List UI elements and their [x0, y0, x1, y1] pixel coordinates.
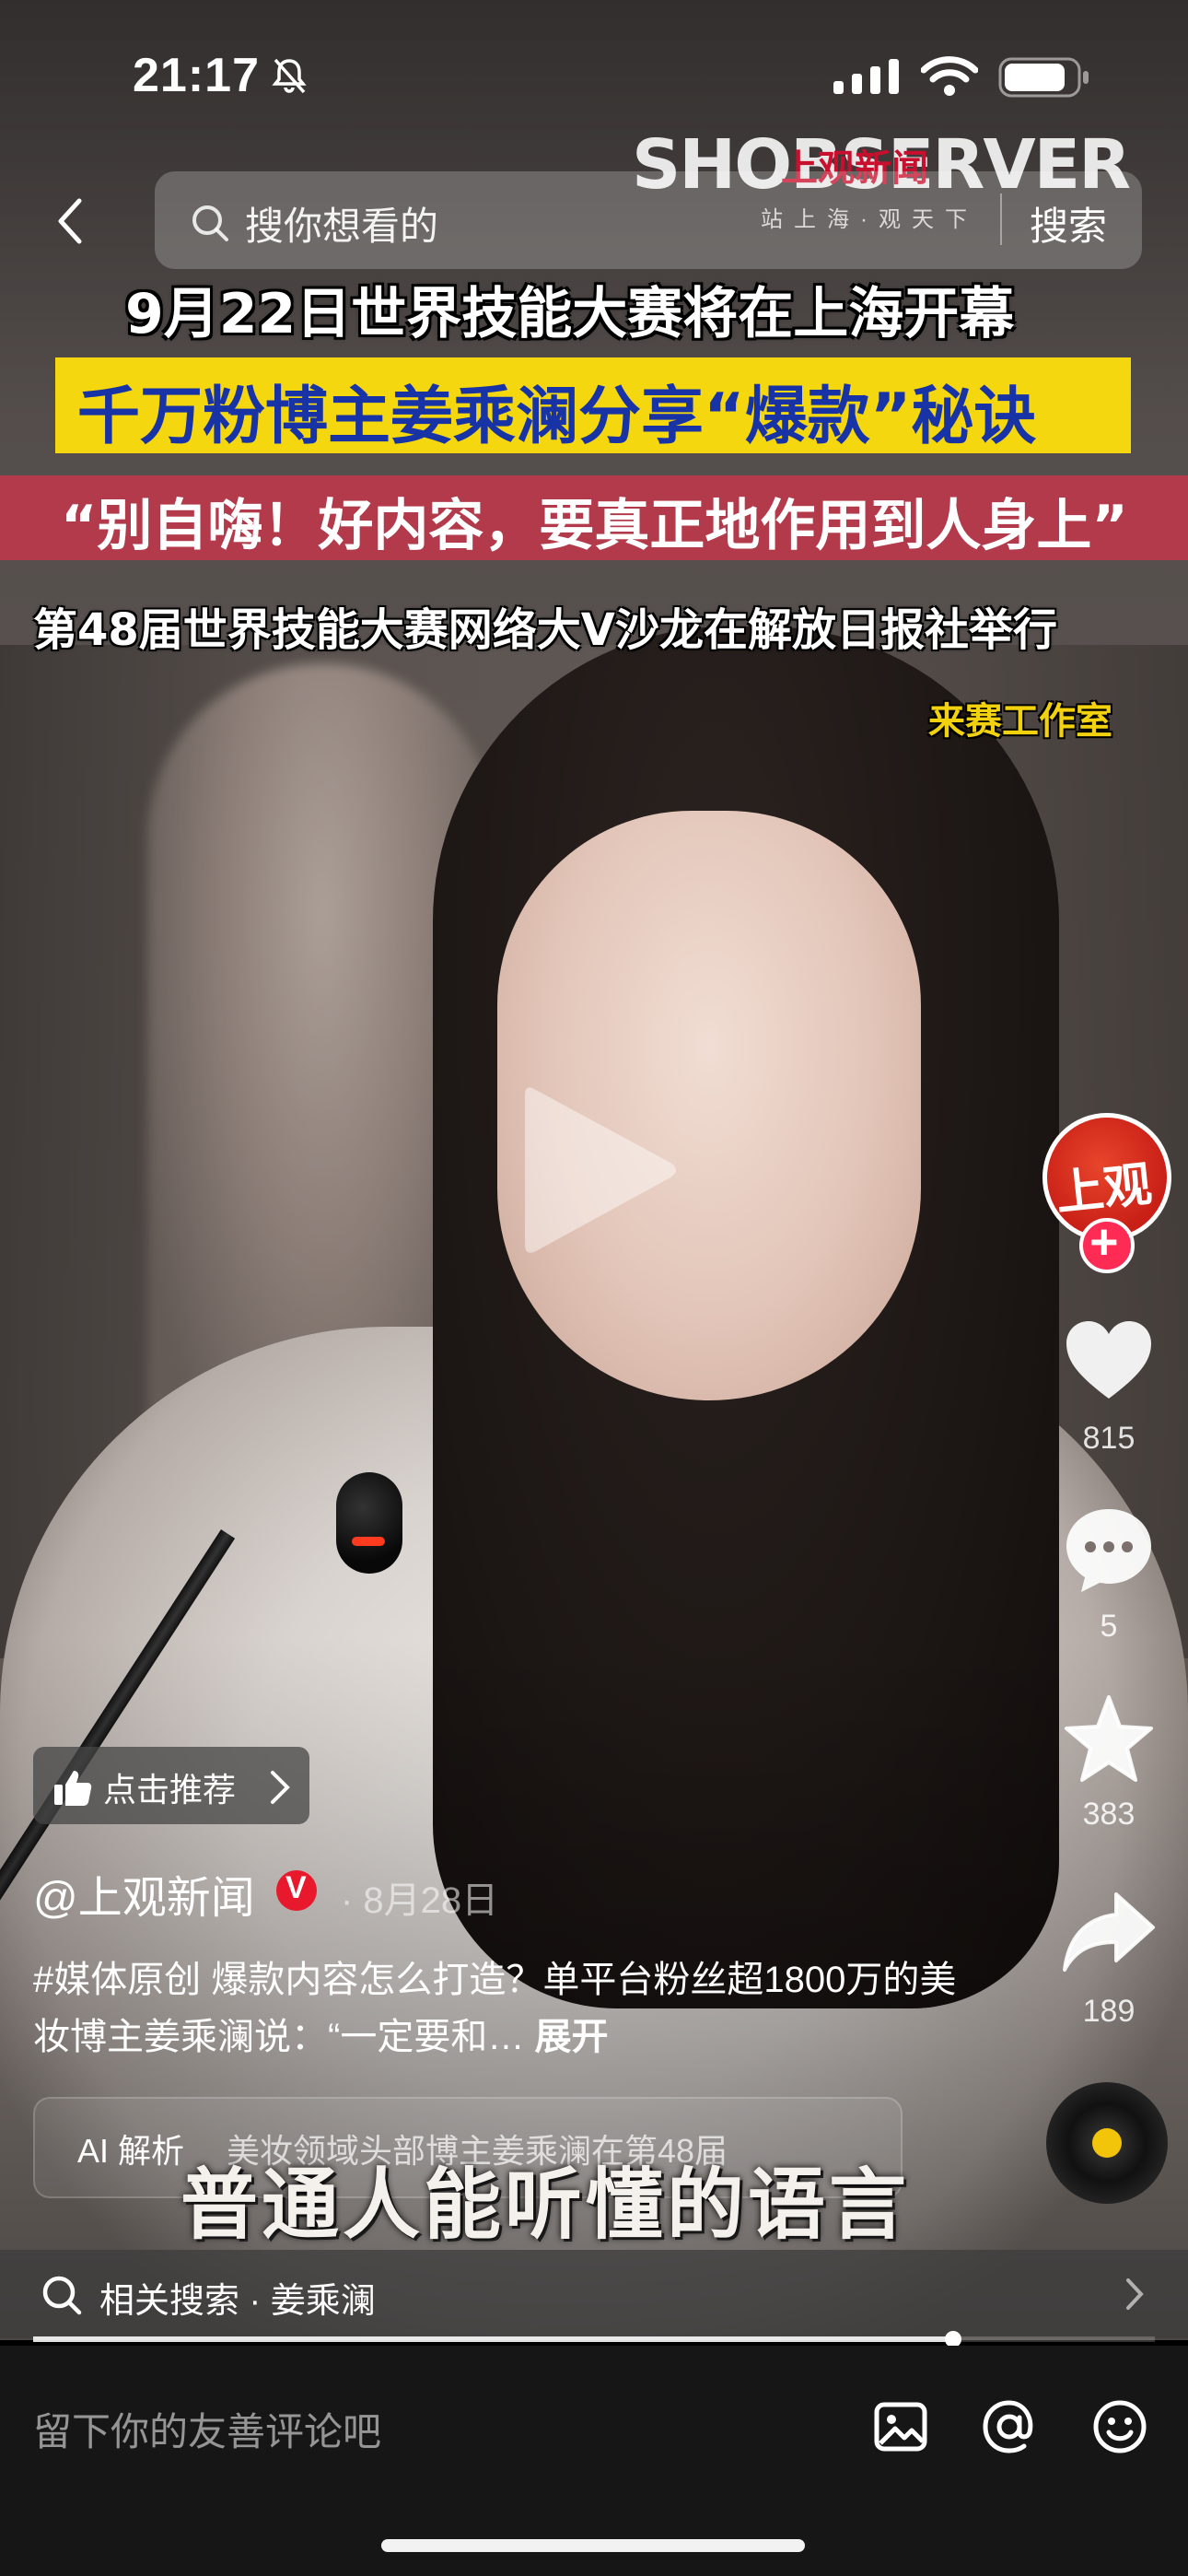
follow-plus-icon: +: [1089, 1214, 1119, 1270]
post-date: · 8月28日: [341, 1880, 499, 1921]
thumbs-up-icon: [54, 1771, 92, 1806]
post-description[interactable]: #媒体原创 爆款内容怎么打造？单平台粉丝超1800万的美妆博主姜乘澜说：“一定要…: [33, 1951, 991, 2066]
ai-analysis-label: AI 解析: [77, 2132, 185, 2170]
image-icon[interactable]: [871, 2397, 930, 2456]
share-icon[interactable]: [1061, 1885, 1157, 1981]
cellular-signal-icon: [833, 59, 899, 94]
mute-bell-icon: [272, 58, 307, 94]
expand-button[interactable]: 展开: [534, 2017, 608, 2057]
like-count: 815: [1082, 1421, 1136, 1456]
caption-subheadline: 千万粉博主姜乘澜分享“爆款”秘诀: [77, 381, 1037, 453]
star-icon[interactable]: [1061, 1692, 1157, 1787]
back-arrow-icon[interactable]: [44, 193, 99, 249]
play-icon[interactable]: [516, 1078, 681, 1262]
wifi-icon: [921, 56, 978, 96]
share-count: 189: [1082, 1994, 1136, 2029]
search-icon: [42, 2276, 82, 2315]
music-disc-center: [1092, 2128, 1122, 2158]
chevron-right-icon: [271, 1771, 290, 1804]
chevron-right-icon: [1126, 2278, 1144, 2310]
search-icon: [192, 205, 228, 241]
studio-label: 来赛工作室: [928, 700, 1112, 743]
caption-event: 第48届世界技能大赛网络大V沙龙在解放日报社举行: [33, 604, 1057, 656]
home-indicator: [381, 2539, 805, 2552]
caption-quote: “别自嗨！好内容，要真正地作用到人身上”: [61, 494, 1128, 558]
recommend-label[interactable]: 点击推荐: [103, 1763, 236, 1811]
status-time: 21:17: [133, 49, 260, 102]
comment-count: 5: [1100, 1609, 1118, 1644]
comment-input[interactable]: 留下你的友善评论吧: [33, 2401, 381, 2457]
battery-icon: [998, 57, 1089, 98]
caption-headline: 9月22日世界技能大赛将在上海开幕: [125, 282, 1015, 346]
comment-icon[interactable]: [1061, 1502, 1157, 1598]
favorite-count: 383: [1082, 1797, 1136, 1832]
emoji-icon[interactable]: [1090, 2397, 1149, 2456]
verified-badge-text: V: [285, 1870, 307, 1905]
author-name[interactable]: @上观新闻: [33, 1861, 255, 1926]
search-divider: [1000, 193, 1002, 245]
video-subtitle: 普通人能听懂的语言: [181, 2159, 911, 2250]
related-search-label[interactable]: 相关搜索 · 姜乘澜: [99, 2272, 376, 2323]
video-progress-fill: [33, 2336, 953, 2342]
avatar-logo-text: 上观: [1053, 1155, 1155, 1223]
description-text: #媒体原创 爆款内容怎么打造？单平台粉丝超1800万的美妆博主姜乘澜说：“一定要…: [33, 1960, 957, 2057]
search-button[interactable]: 搜索: [1030, 195, 1107, 252]
heart-icon[interactable]: [1061, 1314, 1157, 1410]
mention-icon[interactable]: [980, 2397, 1039, 2456]
search-placeholder[interactable]: 搜你想看的: [245, 195, 438, 252]
